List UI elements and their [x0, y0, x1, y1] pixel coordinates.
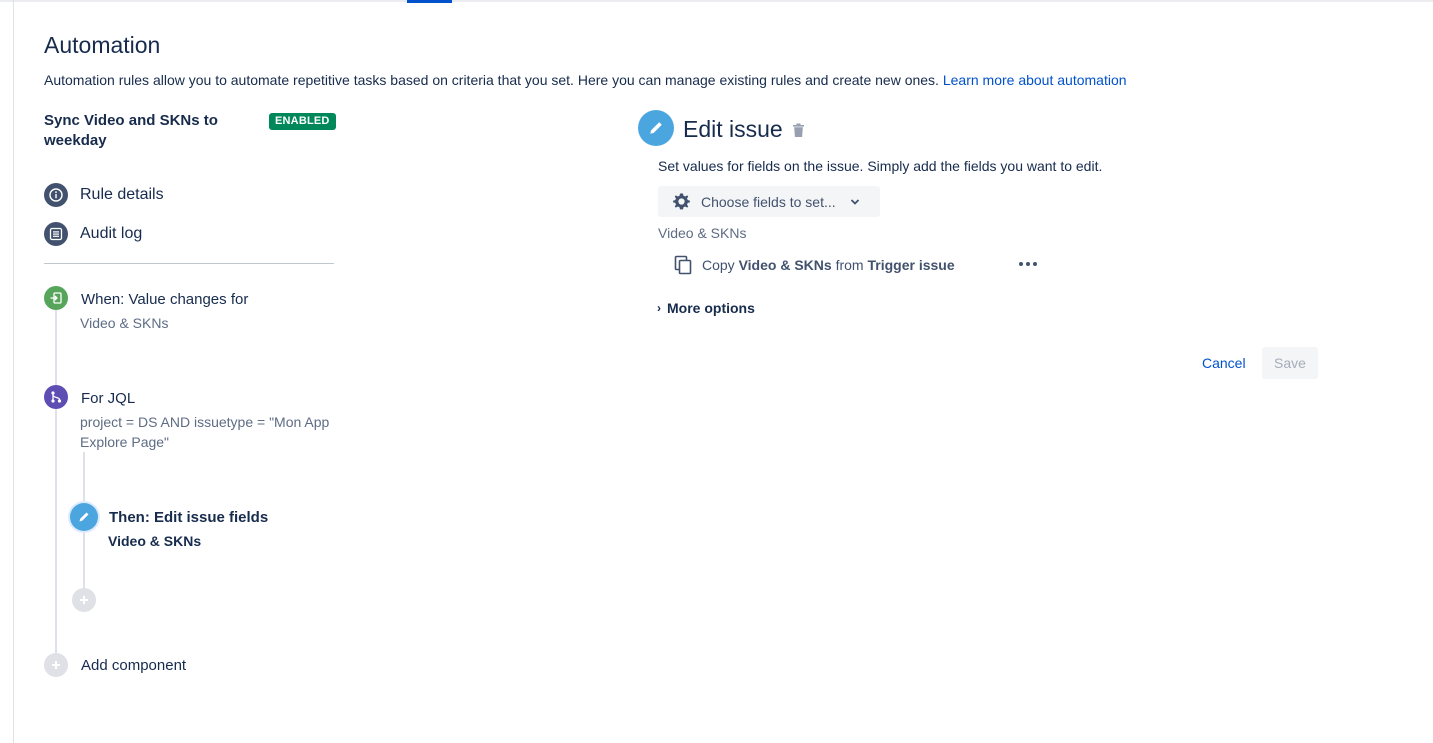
edit-issue-pencil-icon [638, 110, 674, 146]
copy-prefix: Copy [702, 257, 735, 273]
nav-rule-details[interactable]: Rule details [44, 183, 164, 207]
copy-source: Trigger issue [867, 257, 955, 273]
add-branch-component-button[interactable] [72, 588, 96, 612]
more-actions-icon[interactable] [1016, 256, 1040, 272]
branch-icon[interactable] [44, 385, 68, 409]
trigger-icon[interactable] [44, 286, 68, 310]
copy-middle: from [835, 257, 864, 273]
gear-icon [672, 192, 691, 211]
rule-flow-line [55, 310, 57, 660]
copy-field-name: Video & SKNs [738, 257, 832, 273]
choose-fields-button[interactable]: Choose fields to set... [658, 186, 880, 217]
top-border [0, 0, 1433, 2]
status-badge: ENABLED [269, 113, 336, 130]
trigger-title[interactable]: When: Value changes for [81, 291, 248, 308]
rule-name: Sync Video and SKNs to weekday [44, 112, 218, 149]
editor-description: Set values for fields on the issue. Simp… [658, 158, 1103, 174]
choose-fields-label: Choose fields to set... [701, 193, 836, 210]
add-component-button[interactable] [44, 653, 68, 677]
action-title[interactable]: Then: Edit issue fields [109, 509, 268, 526]
action-subtitle: Video & SKNs [108, 533, 202, 549]
left-border [13, 0, 14, 743]
trigger-subtitle: Video & SKNs [80, 315, 169, 331]
field-label: Video & SKNs [658, 225, 747, 241]
pencil-icon[interactable] [70, 503, 98, 531]
learn-more-link[interactable]: Learn more about automation [943, 72, 1127, 88]
list-icon [44, 222, 68, 246]
chevron-down-icon [850, 198, 860, 206]
copy-field-row[interactable]: Copy Video & SKNs from Trigger issue [674, 254, 955, 276]
save-button[interactable]: Save [1262, 347, 1318, 379]
chevron-right-icon: › [657, 301, 661, 315]
branch-subtitle: project = DS AND issuetype = "Mon App Ex… [80, 414, 330, 450]
copy-row-text: Copy Video & SKNs from Trigger issue [702, 257, 955, 273]
plus-icon [52, 661, 60, 669]
branch-title[interactable]: For JQL [81, 390, 135, 407]
add-component-label[interactable]: Add component [81, 657, 186, 674]
plus-icon [80, 596, 88, 604]
more-options-toggle[interactable]: › More options [657, 300, 755, 316]
page-description: Automation rules allow you to automate r… [44, 72, 1127, 88]
info-icon [44, 183, 68, 207]
page-description-text: Automation rules allow you to automate r… [44, 72, 939, 88]
trash-icon[interactable] [792, 123, 805, 143]
active-tab-indicator [407, 0, 452, 3]
copy-icon [674, 255, 692, 275]
cancel-button[interactable]: Cancel [1190, 347, 1258, 379]
nav-audit-log-label: Audit log [80, 225, 143, 242]
page-title: Automation [44, 32, 161, 58]
more-options-label: More options [667, 300, 755, 316]
nav-rule-details-label: Rule details [80, 186, 164, 203]
nav-audit-log[interactable]: Audit log [44, 222, 142, 246]
sidebar-divider [44, 263, 334, 264]
editor-title: Edit issue [683, 116, 783, 142]
